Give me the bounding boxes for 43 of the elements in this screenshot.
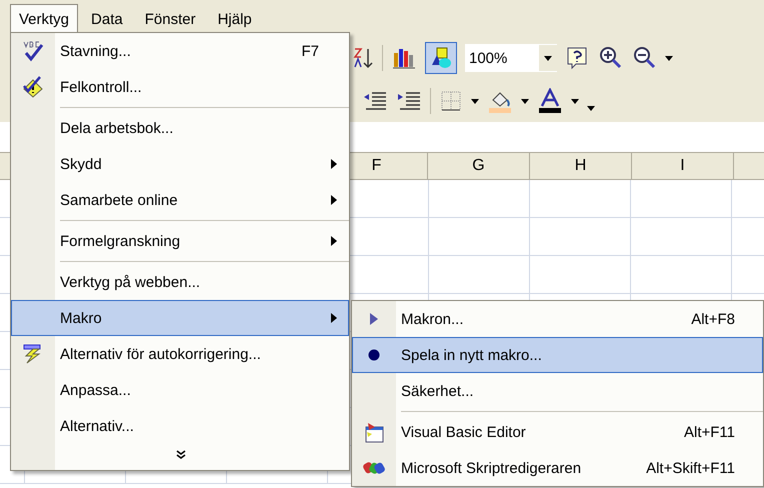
dropdown-arrow-icon[interactable] — [571, 98, 579, 104]
menu-item[interactable]: Formelgranskning — [11, 223, 349, 259]
drawing-button[interactable] — [425, 42, 457, 74]
menu-item[interactable]: Microsoft Skriptredigeraren Alt+Skift+F11 — [352, 450, 763, 486]
submenu-arrow-icon — [331, 195, 337, 205]
menu-item[interactable]: Anpassa... — [11, 372, 349, 408]
borders-icon[interactable] — [439, 89, 463, 113]
menu-item[interactable]: Alternativ för autokorrigering... — [11, 336, 349, 372]
dropdown-arrow-icon[interactable] — [521, 98, 529, 104]
editor-window-icon — [363, 421, 385, 443]
menu-item[interactable]: Stavning... F7 — [11, 33, 349, 69]
menu-item[interactable]: Samarbete online — [11, 182, 349, 218]
script-editor-icon — [362, 460, 386, 476]
submenu-arrow-icon — [331, 159, 337, 169]
spelling-check-icon — [22, 40, 44, 62]
menu-bar-item[interactable]: Fönster — [136, 4, 205, 34]
font-color-icon[interactable] — [537, 88, 563, 114]
zoom-field[interactable]: 100% — [465, 44, 557, 72]
help-icon[interactable] — [565, 45, 589, 71]
menu-item[interactable]: Visual Basic Editor Alt+F11 — [352, 414, 763, 450]
toolbar-options-icon[interactable] — [665, 56, 673, 60]
zoom-out-icon[interactable] — [631, 45, 657, 71]
dropdown-arrow-icon[interactable] — [471, 98, 479, 104]
zoom-in-icon[interactable] — [597, 45, 623, 71]
menu-bar-item[interactable]: Hjälp — [208, 4, 261, 34]
dropdown-arrow-icon — [544, 56, 552, 60]
error-check-icon — [21, 76, 45, 98]
menu-item[interactable]: Spela in nytt makro... — [352, 337, 763, 373]
menu-item[interactable]: Säkerhet... — [352, 373, 763, 409]
menu-item[interactable]: Alternativ... — [11, 408, 349, 444]
menu-item[interactable]: Makro — [11, 300, 349, 336]
menu-item[interactable]: Verktyg på webben... — [11, 264, 349, 300]
menu-item[interactable]: Makron... Alt+F8 — [352, 301, 763, 337]
menu-bar-item[interactable]: Data — [82, 4, 132, 34]
expand-chevron-icon[interactable] — [176, 450, 186, 460]
toolbar-options-icon[interactable] — [587, 106, 595, 110]
menu-item[interactable]: Felkontroll... — [11, 69, 349, 105]
menu-item[interactable]: Dela arbetsbok... — [11, 110, 349, 146]
submenu-arrow-icon — [331, 313, 337, 323]
menu-bar-item[interactable]: Verktyg — [10, 4, 78, 34]
play-triangle-icon — [370, 313, 378, 325]
record-dot-icon — [368, 349, 380, 361]
submenu-arrow-icon — [331, 236, 337, 246]
